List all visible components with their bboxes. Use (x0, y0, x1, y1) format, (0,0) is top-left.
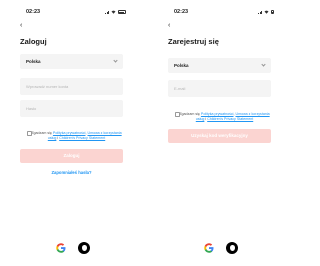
status-time: 02:23 (174, 9, 189, 15)
country-value: Polska (26, 59, 41, 64)
children-privacy-link[interactable]: Children's Privacy Statement (59, 136, 105, 140)
login-screen: 02:23 ‹ Zaloguj Polska Zgadzam się Polit… (20, 0, 130, 266)
wifi-icon (111, 10, 116, 14)
privacy-policy-link[interactable]: Polityka prywatności (201, 112, 234, 116)
social-login (56, 242, 90, 254)
consent-row: Zgadzam się Polityka prywatności, Umowa … (168, 112, 271, 121)
apple-icon[interactable] (78, 242, 90, 254)
signal-icon (258, 10, 262, 14)
chevron-down-icon (113, 58, 118, 63)
page-title: Zarejestruj się (168, 37, 219, 46)
email-input[interactable] (168, 80, 271, 97)
consent-checkbox[interactable] (27, 131, 32, 136)
children-privacy-link[interactable]: Children's Privacy Statement (207, 117, 253, 121)
social-login (204, 242, 238, 254)
consent-prefix: Zgadzam się (179, 112, 200, 116)
page-title: Zaloguj (20, 37, 47, 46)
wifi-icon (264, 10, 269, 14)
status-bar: 02:23 (20, 9, 130, 17)
google-icon[interactable] (56, 243, 66, 253)
register-screen: 02:23 ‹ Zarejestruj się Polska Zgadzam s… (168, 0, 278, 266)
country-select[interactable]: Polska (168, 58, 271, 73)
account-number-input[interactable] (20, 78, 123, 95)
country-value: Polska (174, 63, 189, 68)
chevron-down-icon (261, 62, 266, 67)
consent-prefix: Zgadzam się (31, 131, 52, 135)
country-select[interactable]: Polska (20, 54, 123, 69)
privacy-policy-link[interactable]: Polityka prywatności (53, 131, 86, 135)
google-icon[interactable] (204, 243, 214, 253)
chevron-left-icon[interactable]: ‹ (168, 22, 170, 29)
consent-checkbox[interactable] (175, 112, 180, 117)
forgot-password-link[interactable]: Zapomniałeś hasła? (20, 170, 123, 175)
get-verification-code-button[interactable]: Uzyskaj kod weryfikacyjny (168, 129, 271, 143)
password-input[interactable] (20, 100, 123, 117)
login-button[interactable]: Zaloguj (20, 149, 123, 163)
chevron-left-icon[interactable]: ‹ (20, 22, 22, 29)
status-time: 02:23 (26, 9, 41, 15)
consent-row: Zgadzam się Polityka prywatności, Umowa … (20, 131, 123, 140)
signal-icon (105, 10, 109, 14)
status-bar: 02:23 (168, 9, 278, 17)
battery-icon (271, 10, 274, 14)
apple-icon[interactable] (226, 242, 238, 254)
battery-icon (118, 10, 126, 14)
